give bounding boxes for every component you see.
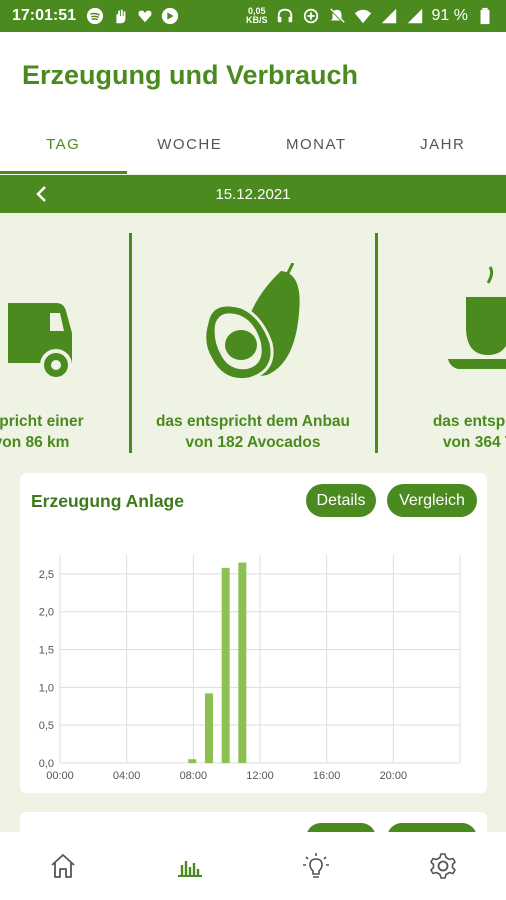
lightbulb-icon: [303, 853, 330, 878]
signal-icon: [381, 8, 396, 24]
equivalent-text: das entspricht einer Fahrt von 86 km: [0, 413, 84, 451]
x-tick-label: 16:00: [313, 770, 341, 782]
tab-jahr[interactable]: JAHR: [380, 128, 506, 174]
spotify-icon: [86, 7, 104, 25]
system-icons: 0,05 KB/S 91 %: [246, 7, 494, 25]
details-button[interactable]: Details: [306, 484, 376, 517]
y-tick-label: 1,5: [39, 645, 54, 657]
mute-icon: [329, 8, 345, 23]
status-time: 17:01:51: [12, 7, 77, 24]
page-title: Erzeugung und Verbrauch: [22, 60, 359, 90]
nav-home[interactable]: [0, 832, 127, 900]
nav-tips[interactable]: [253, 832, 380, 900]
production-bar-chart: 0,0 0,5 1,0 1,5 2,0 2,5 00:00 04:00 08:00 12:00 16…: [39, 555, 461, 782]
home-icon: [51, 854, 75, 878]
y-tick-label: 1,0: [39, 682, 54, 694]
x-tick-label: 12:00: [246, 770, 274, 782]
van-icon: [8, 303, 72, 381]
settings-icon: [429, 853, 456, 879]
hand-icon: [116, 9, 126, 24]
data-rate: 0,05 KB/S: [246, 6, 268, 25]
chart-bar: [205, 693, 213, 763]
battery-icon: [480, 7, 490, 25]
y-tick-label: 0,0: [39, 758, 54, 770]
chart-title: Erzeugung Anlage: [31, 491, 184, 511]
wifi-icon: [354, 9, 371, 24]
battery-percent: 91 %: [431, 7, 468, 24]
chevron-left-icon[interactable]: [32, 184, 52, 204]
chart-bar: [221, 567, 230, 763]
y-tick-label: 0,5: [39, 720, 54, 732]
equivalent-card-avocado: das entspricht dem Anbau von 182 Avocado…: [131, 253, 375, 463]
nav-settings[interactable]: [380, 832, 506, 900]
app-icon: [161, 7, 179, 25]
header: Erzeugung und Verbrauch TAG WOCHE MONAT …: [0, 32, 506, 174]
status-bar: 17:01:51 0,05 KB/S 91 %: [0, 0, 506, 32]
chart-bar: [188, 759, 197, 763]
equivalent-text: das entspricht der von 364 Tassen: [432, 413, 506, 451]
headphones-icon: [277, 8, 292, 23]
y-tick-label: 2,0: [39, 607, 54, 619]
tab-tag[interactable]: TAG: [0, 128, 127, 174]
x-tick-label: 08:00: [180, 770, 208, 782]
tab-monat[interactable]: MONAT: [253, 128, 380, 174]
x-tick-label: 04:00: [113, 770, 141, 782]
equivalents-carousel[interactable]: das entspricht einer Fahrt von 86 km das…: [0, 213, 506, 468]
notification-icons: [86, 7, 179, 25]
equivalent-text: das entspricht dem Anbau von 182 Avocado…: [155, 413, 351, 451]
x-tick-label: 00:00: [46, 770, 74, 782]
chart-bar: [238, 562, 247, 763]
date-navigation: 15.12.2021: [0, 175, 506, 213]
bar-chart-icon: [177, 861, 202, 877]
tea-cup-icon: [448, 266, 506, 369]
tab-woche[interactable]: WOCHE: [127, 128, 254, 174]
compare-button[interactable]: Vergleich: [387, 484, 477, 517]
nav-statistics[interactable]: [127, 832, 254, 900]
avocado-icon: [203, 263, 300, 382]
x-tick-label: 20:00: [380, 770, 408, 782]
equivalent-card-tea: das entspricht der von 364 Tassen: [378, 253, 506, 463]
bottom-navigation: [0, 832, 506, 900]
leaf-heart-icon: [138, 10, 152, 23]
period-tabs: TAG WOCHE MONAT JAHR: [0, 128, 506, 174]
selected-date: 15.12.2021: [215, 185, 291, 203]
signal-2-icon: [407, 8, 422, 24]
data-saver-icon: [303, 8, 318, 24]
equivalent-card-van: das entspricht einer Fahrt von 86 km: [0, 253, 132, 463]
y-tick-label: 2,5: [39, 569, 54, 581]
production-chart-card: Erzeugung Anlage Details Vergleich 0,0 0,…: [20, 473, 487, 793]
